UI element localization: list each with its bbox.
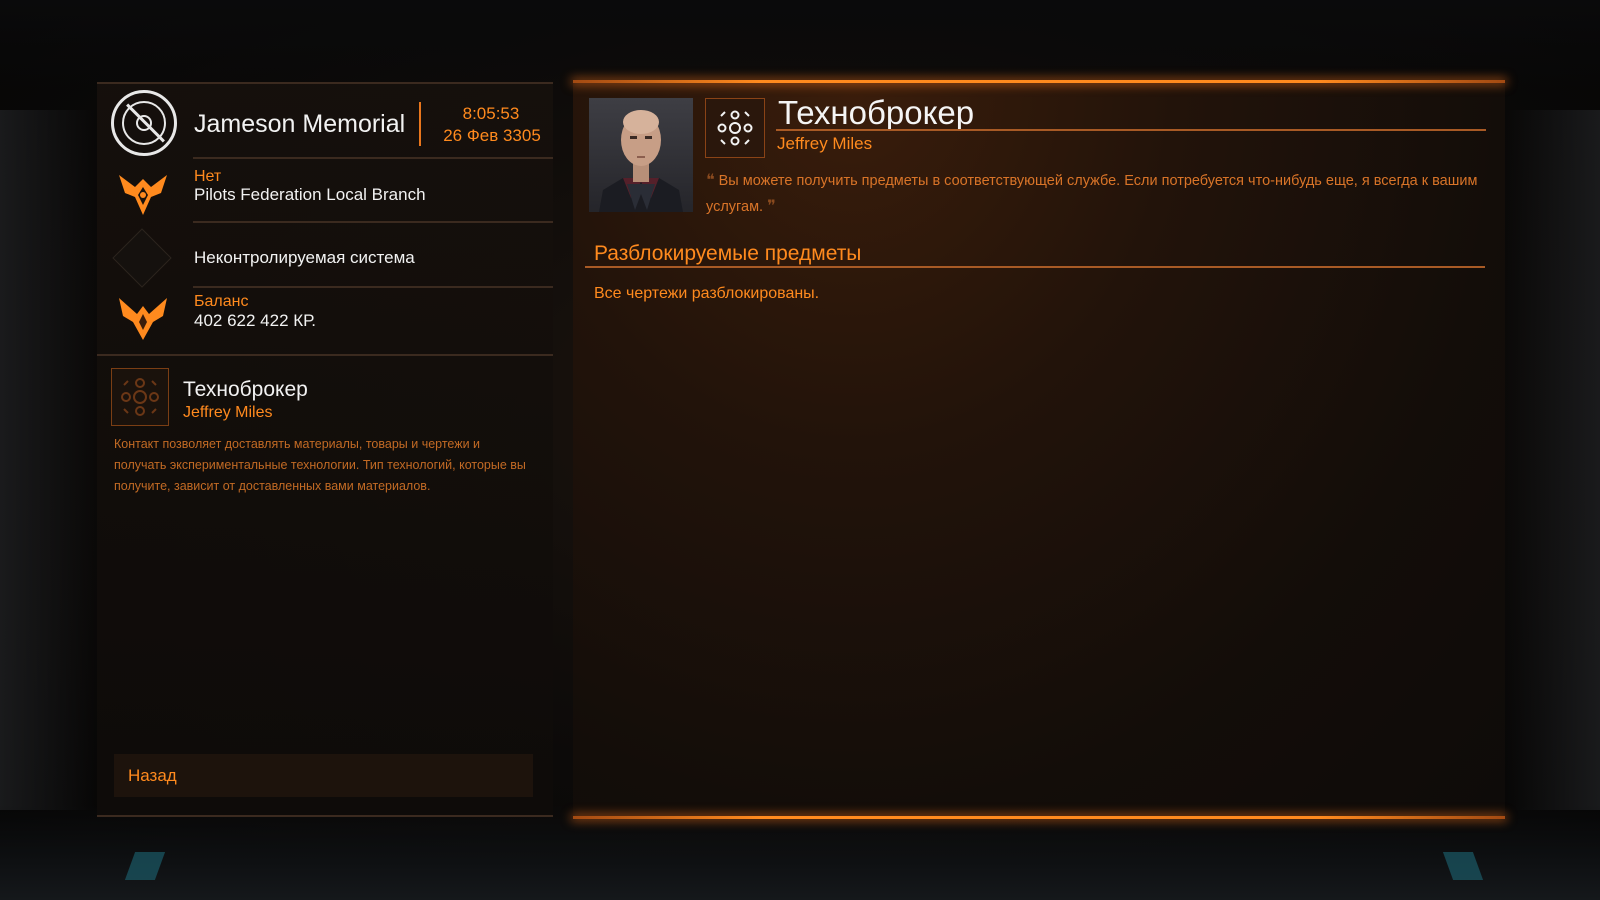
technology-broker-icon — [111, 368, 169, 426]
back-button[interactable]: Назад — [114, 754, 533, 797]
balance-value: 402 622 422 КР. — [194, 311, 317, 330]
broker-title: Техноброкер — [778, 94, 975, 131]
diamond-icon — [112, 228, 172, 288]
separator — [193, 157, 553, 159]
section-rule — [585, 266, 1485, 268]
separator — [193, 286, 553, 288]
background-right-wall — [1505, 110, 1600, 810]
panel-bottom-rule — [97, 815, 553, 817]
separator — [97, 354, 553, 356]
broker-quote: ❝ Вы можете получить предметы в соответс… — [706, 168, 1486, 220]
station-target-icon — [111, 90, 177, 156]
header-divider — [419, 102, 421, 146]
faction-label: Нет — [194, 168, 222, 185]
panel-glow-bottom — [573, 816, 1505, 819]
station-info-panel: Jameson Memorial 8:05:53 26 Фев 3305 Нет… — [97, 82, 553, 817]
balance-label: Баланс — [194, 293, 249, 310]
unlockable-items-title: Разблокируемые предметы — [594, 242, 862, 265]
technology-broker-header-icon — [705, 98, 765, 158]
contact-description: Контакт позволяет доставлять материалы, … — [114, 437, 526, 493]
elite-wings-icon — [119, 298, 167, 340]
game-date: 26 Фев 3305 — [443, 126, 541, 145]
station-name: Jameson Memorial — [194, 110, 406, 138]
faction-value: Pilots Federation Local Branch — [194, 185, 426, 204]
game-time: 8:05:53 — [462, 104, 520, 123]
panel-top-rule — [97, 82, 553, 84]
panel-glow-top — [573, 80, 1505, 83]
contact-title: Техноброкер — [183, 378, 308, 401]
back-button-label: Назад — [128, 766, 177, 785]
background-floor — [0, 805, 1600, 900]
broker-name: Jeffrey Miles — [777, 134, 873, 153]
separator — [193, 221, 553, 223]
broker-quote-text: Вы можете получить предметы в соответств… — [706, 173, 1478, 215]
contact-name: Jeffrey Miles — [183, 404, 273, 421]
technology-broker-panel: Техноброкер Jeffrey Miles ❝ Вы можете по… — [573, 80, 1505, 819]
system-status: Неконтролируемая система — [194, 248, 415, 267]
pilots-federation-icon — [119, 175, 167, 215]
header-rule — [776, 129, 1486, 131]
quote-open-icon: ❝ — [706, 172, 715, 189]
background-top — [0, 0, 1600, 90]
contact-portrait — [589, 98, 693, 212]
unlockable-items-text: Все чертежи разблокированы. — [594, 285, 820, 302]
quote-close-icon: ❞ — [767, 198, 776, 215]
background-left-wall — [0, 110, 95, 810]
